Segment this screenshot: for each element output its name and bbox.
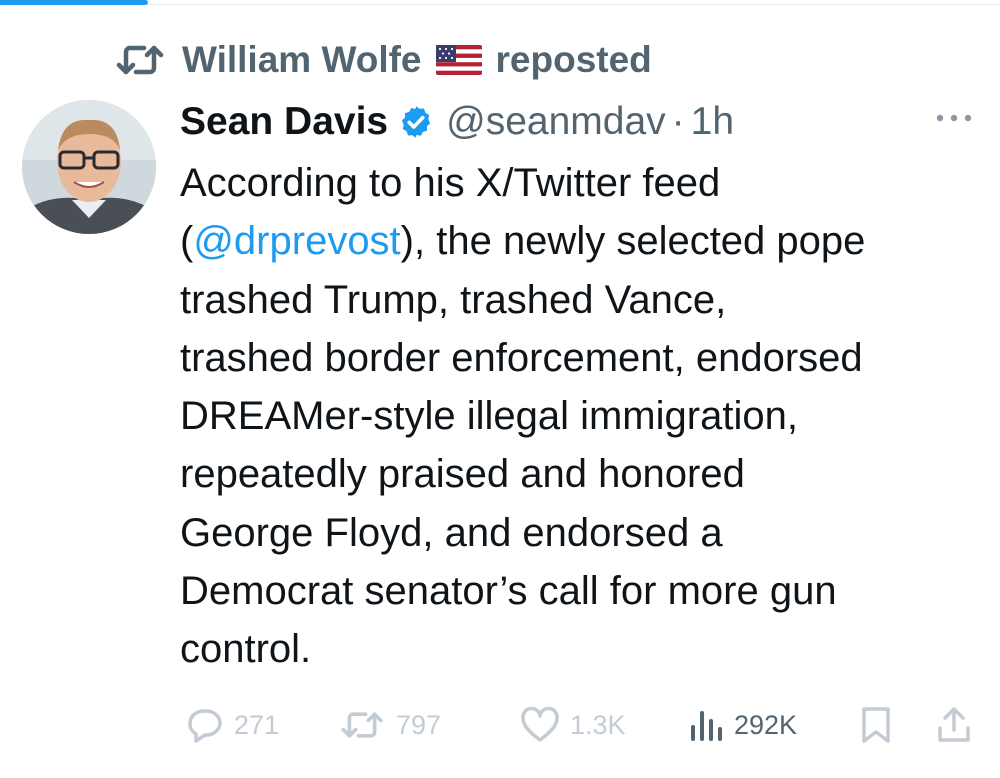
tweet-line: George Floyd, and endorsed a (180, 510, 723, 555)
tweet-line: Democrat senator’s call for more gun (180, 569, 837, 614)
bookmark-button[interactable] (860, 700, 892, 750)
tweet-line: (@drprevost), the newly selected pope (180, 212, 990, 270)
share-button[interactable] (936, 700, 972, 750)
share-icon (938, 707, 970, 742)
tweet-line: According to his X/Twitter feed (180, 161, 721, 205)
tweet-text-fragment: ), the newly selected pope (400, 219, 866, 264)
repost-context: William Wolfe reposted (116, 36, 652, 84)
author-name[interactable]: Sean Davis (180, 100, 388, 144)
retweet-button[interactable]: 797 (338, 700, 441, 750)
like-button[interactable]: 1.3K (520, 700, 626, 750)
repost-icon (116, 45, 164, 75)
divider (148, 4, 1000, 5)
tweet-actions: 271 797 1.3K 292K (180, 700, 980, 750)
reply-icon (188, 709, 222, 743)
tweet-text-fragment: ( (180, 219, 194, 264)
tweet-header: Sean Davis @seanmdav · 1h (180, 96, 734, 148)
repost-label: reposted (495, 39, 652, 80)
avatar-image (22, 100, 156, 234)
tweet-line: repeatedly praised and honored (180, 452, 745, 497)
author-handle[interactable]: @seanmdav (446, 100, 666, 144)
reply-count: 271 (234, 709, 280, 740)
views-button[interactable]: 292K (688, 700, 797, 750)
like-count: 1.3K (570, 709, 626, 740)
mention-link[interactable]: @drprevost (193, 219, 400, 263)
tweet-line: trashed Trump, trashed Vance, (180, 277, 727, 322)
separator-dot: · (671, 100, 685, 143)
us-flag-icon (435, 45, 482, 75)
heart-icon (521, 707, 559, 742)
retweet-icon (341, 712, 383, 738)
reply-button[interactable]: 271 (184, 700, 279, 750)
tweet-line: trashed border enforcement, endorsed (180, 335, 863, 380)
avatar[interactable] (22, 100, 156, 234)
bookmark-icon (862, 707, 890, 743)
views-icon (691, 711, 722, 741)
reposter-name[interactable]: William Wolfe (182, 39, 422, 81)
timestamp[interactable]: 1h (691, 100, 734, 144)
tweet-body: According to his X/Twitter feed (@drprev… (180, 154, 990, 679)
view-count: 292K (734, 709, 798, 740)
verified-badge-icon (402, 106, 431, 138)
top-progress-bar (0, 0, 1000, 6)
retweet-count: 797 (396, 709, 442, 740)
active-tab-indicator (0, 0, 148, 5)
more-icon[interactable] (932, 108, 976, 128)
tweet-line: DREAMer-style illegal immigration, (180, 394, 798, 439)
tweet-line: control. (180, 627, 312, 672)
